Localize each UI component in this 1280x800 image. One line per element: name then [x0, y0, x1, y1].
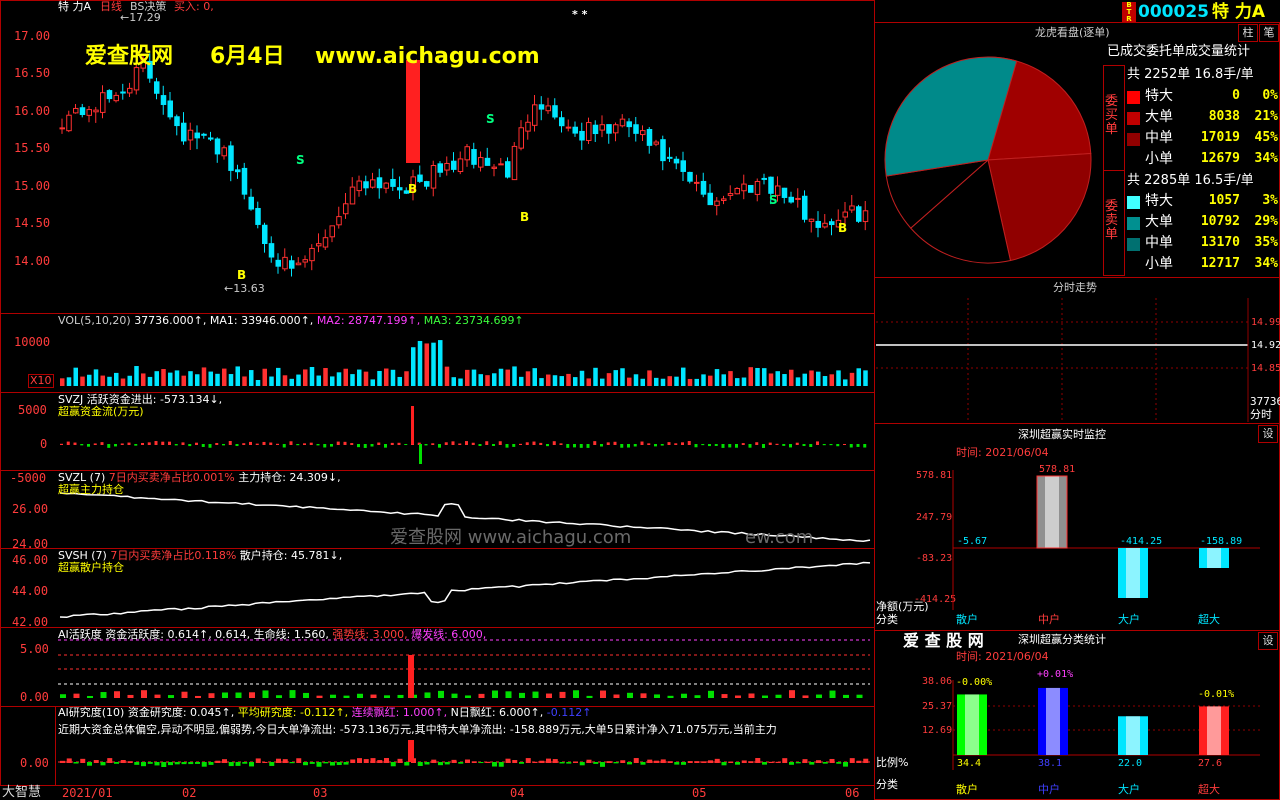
classify-bar-highlight: [1126, 716, 1140, 755]
classify-bar-highlight: [1207, 706, 1221, 755]
classify-change: -0.01%: [1198, 689, 1235, 700]
classify-change: +0.01%: [1037, 669, 1074, 680]
classify-value: 22.0: [1118, 758, 1143, 769]
classify-bar-chart: [952, 680, 1260, 770]
classify-value: 34.4: [957, 758, 982, 769]
classify-value: 27.6: [1198, 758, 1223, 769]
classify-bar-highlight: [1046, 687, 1060, 755]
classify-bar-highlight: [965, 694, 979, 755]
classify-category: 超大: [1198, 783, 1220, 796]
classify-category: 散户: [956, 783, 978, 796]
classify-change: -0.00%: [956, 677, 993, 688]
classify-category: 中户: [1038, 783, 1060, 796]
classify-value: 38.1: [1038, 758, 1063, 769]
classify-category: 大户: [1118, 783, 1140, 796]
